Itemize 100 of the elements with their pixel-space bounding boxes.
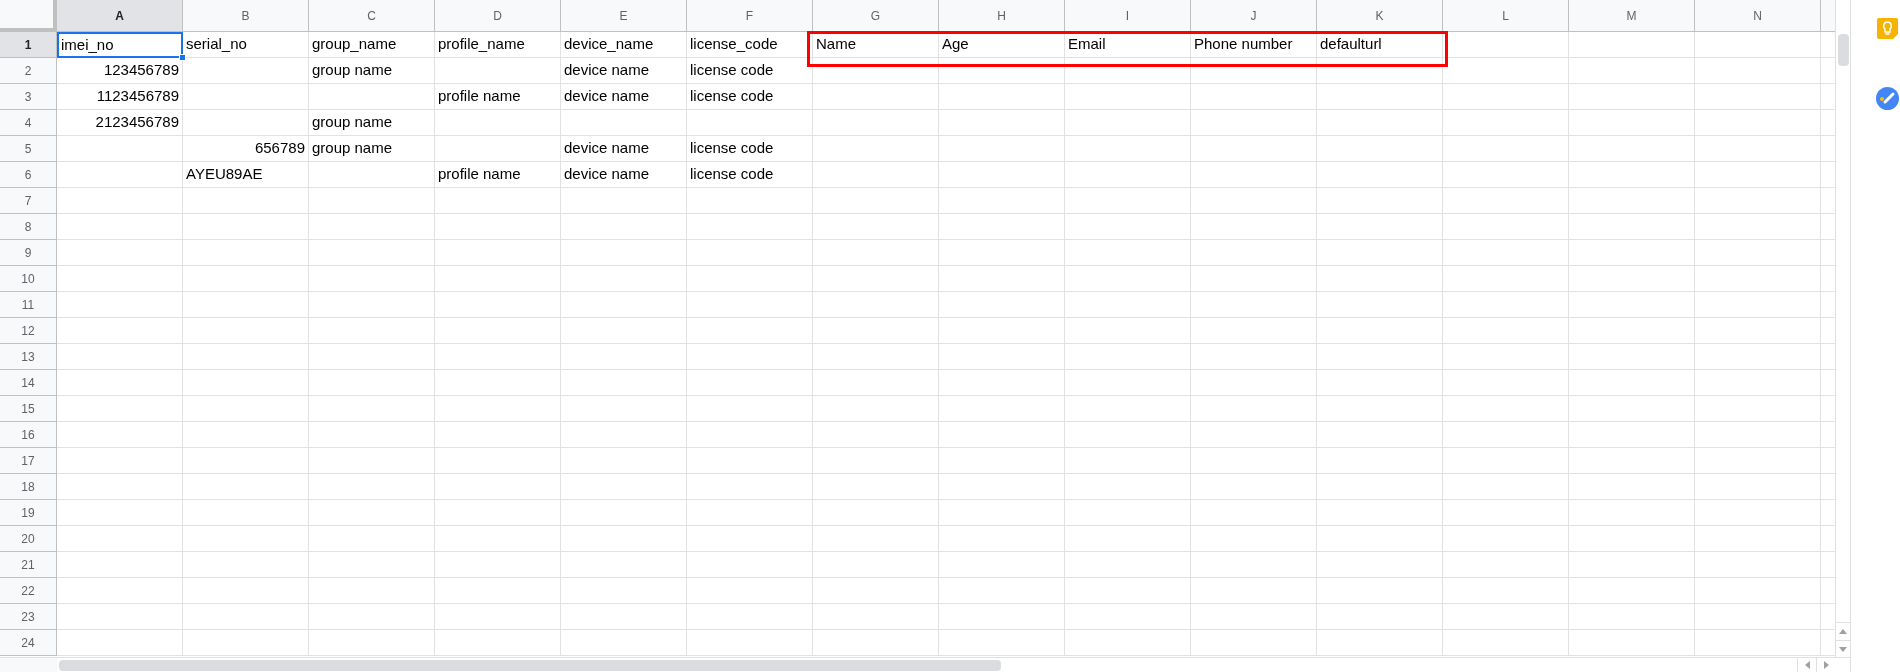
- empty-cell[interactable]: [1695, 162, 1821, 188]
- empty-cell[interactable]: [1695, 526, 1821, 552]
- empty-cell[interactable]: [435, 344, 561, 370]
- empty-cell[interactable]: [561, 292, 687, 318]
- empty-cell[interactable]: [813, 84, 939, 110]
- empty-cell[interactable]: [561, 630, 687, 656]
- empty-cell[interactable]: [1569, 292, 1695, 318]
- empty-cell[interactable]: [1443, 240, 1569, 266]
- empty-cell[interactable]: [183, 396, 309, 422]
- table-cell[interactable]: Email: [1065, 32, 1191, 58]
- empty-cell[interactable]: [561, 188, 687, 214]
- empty-cell[interactable]: [1443, 396, 1569, 422]
- empty-cell[interactable]: [1065, 136, 1191, 162]
- empty-cell[interactable]: [1065, 188, 1191, 214]
- empty-cell[interactable]: [813, 344, 939, 370]
- row-header[interactable]: 5: [0, 136, 57, 162]
- table-cell[interactable]: group name: [309, 136, 435, 162]
- empty-cell[interactable]: [435, 552, 561, 578]
- empty-cell[interactable]: [1317, 318, 1443, 344]
- column-header[interactable]: H: [939, 0, 1065, 32]
- empty-cell[interactable]: [1065, 110, 1191, 136]
- empty-cell[interactable]: [1695, 448, 1821, 474]
- empty-cell[interactable]: [435, 318, 561, 344]
- empty-cell[interactable]: [1065, 604, 1191, 630]
- empty-cell[interactable]: [939, 526, 1065, 552]
- empty-cell[interactable]: [1065, 266, 1191, 292]
- empty-cell[interactable]: [939, 500, 1065, 526]
- empty-cell[interactable]: [1569, 474, 1695, 500]
- table-cell[interactable]: AYEU89AE: [183, 162, 309, 188]
- empty-cell[interactable]: [1443, 188, 1569, 214]
- empty-cell[interactable]: [183, 448, 309, 474]
- empty-cell[interactable]: [561, 552, 687, 578]
- row-header[interactable]: 22: [0, 578, 57, 604]
- empty-cell[interactable]: [1569, 214, 1695, 240]
- empty-cell[interactable]: [309, 292, 435, 318]
- empty-cell[interactable]: [1317, 474, 1443, 500]
- empty-cell[interactable]: [1317, 396, 1443, 422]
- empty-cell[interactable]: [309, 214, 435, 240]
- empty-cell[interactable]: [309, 448, 435, 474]
- row-header[interactable]: 9: [0, 240, 57, 266]
- table-cell[interactable]: group name: [309, 58, 435, 84]
- row-header[interactable]: 17: [0, 448, 57, 474]
- empty-cell[interactable]: [1191, 526, 1317, 552]
- empty-cell[interactable]: [813, 162, 939, 188]
- row-header[interactable]: 16: [0, 422, 57, 448]
- empty-cell[interactable]: [813, 630, 939, 656]
- empty-cell[interactable]: [1317, 500, 1443, 526]
- empty-cell[interactable]: [1065, 344, 1191, 370]
- empty-cell[interactable]: [939, 630, 1065, 656]
- table-cell[interactable]: Name: [813, 32, 939, 58]
- empty-cell[interactable]: [939, 188, 1065, 214]
- empty-cell[interactable]: [309, 526, 435, 552]
- empty-cell[interactable]: [1065, 370, 1191, 396]
- empty-cell[interactable]: [813, 318, 939, 344]
- empty-cell[interactable]: [561, 526, 687, 552]
- empty-cell[interactable]: [1695, 136, 1821, 162]
- column-header[interactable]: A: [57, 0, 183, 32]
- empty-cell[interactable]: [561, 448, 687, 474]
- empty-cell[interactable]: [1191, 136, 1317, 162]
- empty-cell[interactable]: [687, 110, 813, 136]
- column-header[interactable]: B: [183, 0, 309, 32]
- empty-cell[interactable]: [1317, 552, 1443, 578]
- empty-cell[interactable]: [435, 396, 561, 422]
- empty-cell[interactable]: [1695, 500, 1821, 526]
- empty-cell[interactable]: [435, 214, 561, 240]
- empty-cell[interactable]: [813, 448, 939, 474]
- empty-cell[interactable]: [1065, 240, 1191, 266]
- empty-cell[interactable]: [1065, 500, 1191, 526]
- empty-cell[interactable]: [813, 136, 939, 162]
- empty-cell[interactable]: [1191, 578, 1317, 604]
- empty-cell[interactable]: [939, 370, 1065, 396]
- table-cell[interactable]: defaulturl: [1317, 32, 1443, 58]
- empty-cell[interactable]: [183, 110, 309, 136]
- empty-cell[interactable]: [1443, 526, 1569, 552]
- scroll-thumb[interactable]: [59, 660, 1001, 671]
- empty-cell[interactable]: [813, 552, 939, 578]
- empty-cell[interactable]: [435, 448, 561, 474]
- column-header[interactable]: J: [1191, 0, 1317, 32]
- empty-cell[interactable]: [561, 474, 687, 500]
- row-header[interactable]: 6: [0, 162, 57, 188]
- table-cell[interactable]: device_name: [561, 32, 687, 58]
- row-header[interactable]: 4: [0, 110, 57, 136]
- column-header[interactable]: E: [561, 0, 687, 32]
- empty-cell[interactable]: [687, 344, 813, 370]
- empty-cell[interactable]: [687, 188, 813, 214]
- table-cell[interactable]: device name: [561, 84, 687, 110]
- row-header[interactable]: 8: [0, 214, 57, 240]
- empty-cell[interactable]: [183, 292, 309, 318]
- table-cell[interactable]: 1123456789: [57, 84, 183, 110]
- column-header[interactable]: G: [813, 0, 939, 32]
- empty-cell[interactable]: [813, 578, 939, 604]
- empty-cell[interactable]: [435, 630, 561, 656]
- empty-cell[interactable]: [435, 500, 561, 526]
- empty-cell[interactable]: [1695, 84, 1821, 110]
- empty-cell[interactable]: [1443, 500, 1569, 526]
- empty-cell[interactable]: [561, 266, 687, 292]
- table-cell[interactable]: 123456789: [57, 58, 183, 84]
- empty-cell[interactable]: [687, 474, 813, 500]
- empty-cell[interactable]: [1317, 214, 1443, 240]
- row-header[interactable]: 11: [0, 292, 57, 318]
